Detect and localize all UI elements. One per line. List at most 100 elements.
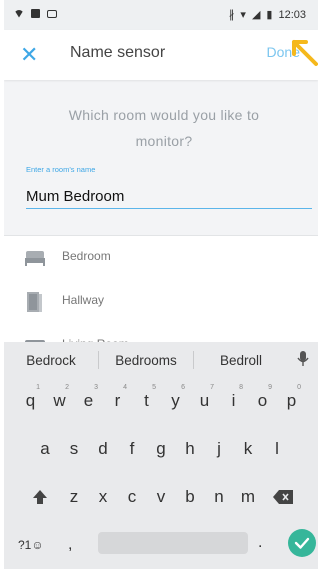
- key-letter: d: [98, 439, 108, 458]
- key-row-3: zxcvbnm: [4, 478, 318, 516]
- key-h[interactable]: h: [176, 430, 205, 468]
- key-e[interactable]: e3: [74, 382, 103, 420]
- key-f[interactable]: f: [118, 430, 147, 468]
- cell-signal-icon: ◢: [251, 9, 261, 21]
- battery-icon: ▮: [266, 9, 273, 21]
- wifi-icon: [14, 9, 24, 18]
- period-key[interactable]: .: [258, 534, 262, 552]
- key-letter: a: [40, 439, 50, 458]
- key-c[interactable]: c: [118, 478, 147, 516]
- key-q[interactable]: q1: [16, 382, 45, 420]
- key-letter: t: [144, 391, 149, 410]
- bed-icon: [25, 251, 45, 266]
- key-number-hint: 1: [36, 384, 40, 391]
- key-l[interactable]: l: [263, 430, 292, 468]
- key-letter: y: [171, 391, 180, 410]
- enter-key[interactable]: [288, 529, 316, 557]
- key-letter: s: [69, 439, 79, 458]
- bluetooth-icon: ∦: [228, 9, 235, 21]
- key-letter: p: [286, 391, 297, 410]
- key-letter: e: [83, 391, 94, 410]
- image-icon: [47, 9, 57, 18]
- key-letter: c: [127, 487, 137, 506]
- pointer-arrow-icon: [292, 40, 318, 66]
- room-item-bedroom[interactable]: Bedroom: [4, 236, 318, 280]
- key-letter: j: [217, 439, 221, 458]
- key-letter: m: [240, 487, 256, 506]
- key-i[interactable]: i8: [219, 382, 248, 420]
- backspace-key[interactable]: [263, 478, 303, 516]
- key-letter: u: [199, 391, 210, 410]
- key-row-bottom: ?1☺ , .: [4, 528, 318, 564]
- key-letter: x: [98, 487, 108, 506]
- suggestion-bar: Bedrock Bedrooms Bedroll: [4, 342, 318, 378]
- key-number-hint: 2: [65, 384, 69, 391]
- key-letter: k: [243, 439, 253, 458]
- soft-keyboard: Bedrock Bedrooms Bedroll q1w2e3r4t5y6u7i…: [4, 342, 318, 569]
- key-w[interactable]: w2: [45, 382, 74, 420]
- key-letter: h: [185, 439, 195, 458]
- key-number-hint: 0: [297, 384, 301, 391]
- suggestion-item[interactable]: Bedrock: [4, 353, 98, 368]
- key-p[interactable]: p0: [277, 382, 306, 420]
- room-label: Bedroom: [62, 249, 111, 263]
- room-suggestion-list: Bedroom Hallway Living Room: [4, 236, 318, 351]
- status-time: 12:03: [278, 8, 306, 21]
- close-icon[interactable]: ✕: [20, 42, 38, 68]
- key-k[interactable]: k: [234, 430, 263, 468]
- app-bar: ✕ Name sensor Done: [4, 30, 318, 80]
- key-r[interactable]: r4: [103, 382, 132, 420]
- key-j[interactable]: j: [205, 430, 234, 468]
- key-letter: r: [114, 391, 121, 410]
- key-u[interactable]: u7: [190, 382, 219, 420]
- shift-key[interactable]: [20, 478, 60, 516]
- key-number-hint: 5: [152, 384, 156, 391]
- key-letter: q: [25, 391, 36, 410]
- suggestion-item[interactable]: Bedrooms: [99, 353, 193, 368]
- key-y[interactable]: y6: [161, 382, 190, 420]
- key-letter: o: [257, 391, 268, 410]
- key-b[interactable]: b: [176, 478, 205, 516]
- key-n[interactable]: n: [205, 478, 234, 516]
- key-letter: i: [231, 391, 236, 410]
- key-number-hint: 7: [210, 384, 214, 391]
- key-m[interactable]: m: [234, 478, 263, 516]
- key-letter: v: [156, 487, 166, 506]
- door-icon: [27, 292, 42, 312]
- page-title: Name sensor: [70, 44, 166, 61]
- room-label: Hallway: [62, 293, 105, 307]
- key-letter: w: [53, 391, 66, 410]
- wifi-signal-icon: ▾: [240, 9, 246, 21]
- room-name-label: Enter a room's name: [26, 165, 96, 174]
- comma-key[interactable]: ,: [68, 536, 72, 554]
- key-v[interactable]: v: [147, 478, 176, 516]
- prompt-question: Which room would you like to monitor?: [68, 107, 260, 149]
- key-g[interactable]: g: [147, 430, 176, 468]
- checkmark-icon: [294, 537, 310, 549]
- key-a[interactable]: a: [31, 430, 60, 468]
- key-letter: n: [214, 487, 224, 506]
- key-t[interactable]: t5: [132, 382, 161, 420]
- key-d[interactable]: d: [89, 430, 118, 468]
- key-letter: b: [185, 487, 195, 506]
- space-bar[interactable]: [98, 532, 248, 554]
- key-letter: l: [275, 439, 279, 458]
- key-z[interactable]: z: [60, 478, 89, 516]
- key-o[interactable]: o9: [248, 382, 277, 420]
- app-screen: ∦ ▾ ◢ ▮ 12:03 ✕ Name sensor Done Which r…: [4, 0, 318, 569]
- key-x[interactable]: x: [89, 478, 118, 516]
- key-letter: z: [69, 487, 79, 506]
- status-bar: ∦ ▾ ◢ ▮ 12:03: [4, 0, 318, 30]
- key-number-hint: 3: [94, 384, 98, 391]
- key-number-hint: 4: [123, 384, 127, 391]
- key-letter: f: [129, 439, 135, 458]
- symbols-key[interactable]: ?1☺: [18, 538, 44, 552]
- key-s[interactable]: s: [60, 430, 89, 468]
- suggestion-item[interactable]: Bedroll: [194, 353, 288, 368]
- room-item-hallway[interactable]: Hallway: [4, 280, 318, 324]
- microphone-icon[interactable]: [288, 350, 318, 370]
- key-number-hint: 6: [181, 384, 185, 391]
- key-number-hint: 8: [239, 384, 243, 391]
- key-row-1: q1w2e3r4t5y6u7i8o9p0: [4, 382, 318, 420]
- room-name-input[interactable]: [26, 184, 312, 209]
